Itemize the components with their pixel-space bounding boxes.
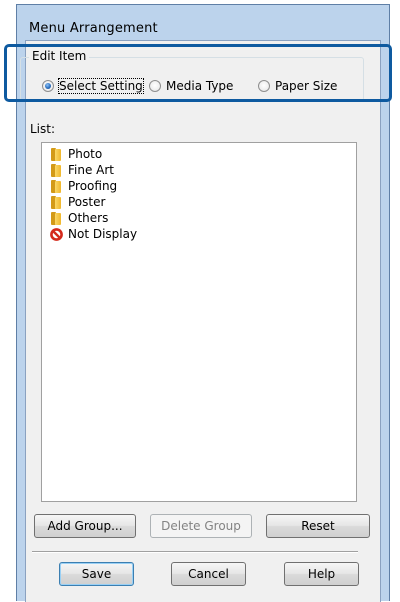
folder-icon: [50, 211, 62, 225]
reset-button[interactable]: Reset: [266, 514, 370, 538]
list-item-others[interactable]: Others: [50, 210, 137, 226]
folder-icon: [50, 147, 62, 161]
radio-media-type-label: Media Type: [166, 79, 234, 93]
add-group-button[interactable]: Add Group...: [34, 514, 136, 538]
radio-media-type[interactable]: Media Type: [149, 77, 233, 95]
list-item-photo[interactable]: Photo: [50, 146, 137, 162]
not-display-icon: [50, 227, 63, 241]
list-item-proofing[interactable]: Proofing: [50, 178, 137, 194]
delete-group-button[interactable]: Delete Group: [150, 514, 252, 538]
radio-select-setting-label: Select Setting: [58, 78, 144, 94]
list-item-label: Not Display: [68, 227, 138, 241]
radio-checked-icon: [42, 80, 54, 92]
cancel-button[interactable]: Cancel: [171, 562, 246, 586]
list-item-poster[interactable]: Poster: [50, 194, 137, 210]
list-label: List:: [30, 122, 56, 136]
list-item-label: Others: [68, 211, 109, 225]
folder-icon: [50, 163, 62, 177]
folder-icon: [50, 179, 62, 193]
help-button[interactable]: Help: [284, 562, 359, 586]
list-item-label: Proofing: [68, 179, 118, 193]
list-item-label: Photo: [68, 147, 103, 161]
menu-listbox[interactable]: Photo Fine Art Proofing Poster Others No…: [41, 142, 357, 502]
menu-tree: Photo Fine Art Proofing Poster Others No…: [50, 146, 137, 242]
list-item-label: Fine Art: [68, 163, 115, 177]
window-title: Menu Arrangement: [29, 21, 158, 36]
list-item-label: Poster: [68, 195, 106, 209]
radio-paper-size[interactable]: Paper Size: [258, 77, 337, 95]
save-button[interactable]: Save: [59, 562, 134, 586]
radio-unchecked-icon: [149, 80, 161, 92]
folder-icon: [50, 195, 62, 209]
radio-paper-size-label: Paper Size: [275, 79, 338, 93]
edit-item-legend: Edit Item: [29, 48, 90, 64]
button-separator: [32, 551, 358, 553]
list-item-fine-art[interactable]: Fine Art: [50, 162, 137, 178]
list-item-not-display[interactable]: Not Display: [50, 226, 137, 242]
radio-unchecked-icon: [258, 80, 270, 92]
radio-select-setting[interactable]: Select Setting: [42, 77, 144, 95]
